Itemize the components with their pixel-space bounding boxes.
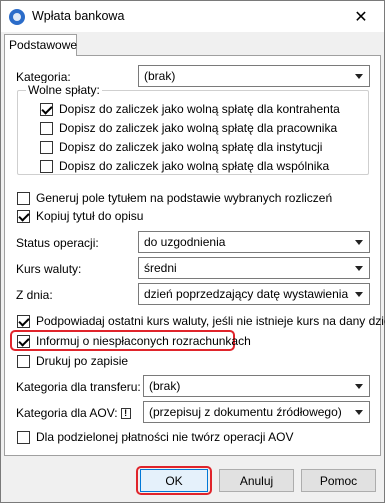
chevron-down-icon <box>355 292 363 297</box>
checkbox-podpowiadaj-kurs[interactable]: Podpowiadaj ostatni kurs waluty, jeśli n… <box>17 314 385 328</box>
checkbox-label: Informuj o niespłaconych rozrachunkach <box>36 334 251 348</box>
zdnia-value: dzień poprzedzający datę wystawienia <box>144 287 349 301</box>
checkbox-drukuj[interactable]: Drukuj po zapisie <box>17 354 128 368</box>
checkbox-box[interactable] <box>17 334 30 348</box>
checkbox-label: Generuj pole tytułem na podstawie wybran… <box>36 191 333 205</box>
kurs-select[interactable]: średni <box>138 257 370 279</box>
wolne-splaty-group: Wolne spłaty: Dopisz do zaliczek jako wo… <box>17 83 369 175</box>
cancel-button[interactable]: Anuluj <box>219 469 294 492</box>
kategoria-aov-select[interactable]: (przepisuj z dokumentu źródłowego) <box>143 401 370 423</box>
checkbox-box[interactable] <box>17 191 30 205</box>
checkbox-instytucja[interactable]: Dopisz do zaliczek jako wolną spłatę dla… <box>40 140 322 154</box>
help-button[interactable]: Pomoc <box>301 469 376 492</box>
checkbox-wspolnik[interactable]: Dopisz do zaliczek jako wolną spłatę dla… <box>40 159 329 173</box>
zdnia-select[interactable]: dzień poprzedzający datę wystawienia <box>138 283 370 305</box>
kategoria-value: (brak) <box>144 69 176 83</box>
checkbox-label: Dla podzielonej płatności nie twórz oper… <box>36 430 294 444</box>
checkbox-box[interactable] <box>17 314 30 328</box>
chevron-down-icon <box>355 410 363 415</box>
wolne-splaty-legend: Wolne spłaty: <box>26 83 102 97</box>
checkbox-box[interactable] <box>17 209 30 223</box>
checkbox-label: Dopisz do zaliczek jako wolną spłatę dla… <box>59 121 338 135</box>
kategoria-label: Kategoria: <box>16 70 71 84</box>
chevron-down-icon <box>355 74 363 79</box>
checkbox-label: Dopisz do zaliczek jako wolną spłatę dla… <box>59 102 340 116</box>
checkbox-box[interactable] <box>17 354 30 368</box>
checkbox-label: Kopiuj tytuł do opisu <box>36 209 144 223</box>
status-label: Status operacji: <box>16 236 99 250</box>
checkbox-label: Dopisz do zaliczek jako wolną spłatę dla… <box>59 159 330 173</box>
close-icon[interactable]: ✕ <box>338 1 384 32</box>
checkbox-box[interactable] <box>17 430 30 444</box>
checkbox-box[interactable] <box>40 102 53 116</box>
checkbox-label: Dopisz do zaliczek jako wolną spłatę dla… <box>59 140 323 154</box>
info-icon[interactable]: ! <box>120 408 131 419</box>
ok-button[interactable]: OK <box>140 469 208 492</box>
tab-podstawowe[interactable]: Podstawowe <box>4 34 77 56</box>
kategoria-aov-value: (przepisuj z dokumentu źródłowego) <box>149 405 342 419</box>
checkbox-box[interactable] <box>40 121 53 135</box>
kurs-value: średni <box>144 261 177 275</box>
checkbox-box[interactable] <box>40 159 53 173</box>
kategoria-aov-label: Kategoria dla AOV:! <box>16 406 131 420</box>
status-select[interactable]: do uzgodnienia <box>138 231 370 253</box>
chevron-down-icon <box>355 266 363 271</box>
dialog-window: Wpłata bankowa ✕ Podstawowe Kategoria: (… <box>0 0 385 503</box>
checkbox-kontrahent[interactable]: Dopisz do zaliczek jako wolną spłatę dla… <box>40 102 340 116</box>
chevron-down-icon <box>355 384 363 389</box>
checkbox-box[interactable] <box>40 140 53 154</box>
checkbox-generuj-tytul[interactable]: Generuj pole tytułem na podstawie wybran… <box>17 191 332 205</box>
app-logo-icon <box>9 9 25 25</box>
checkbox-aov[interactable]: Dla podzielonej płatności nie twórz oper… <box>17 430 293 444</box>
kurs-label: Kurs waluty: <box>16 262 82 276</box>
kategoria-select[interactable]: (brak) <box>138 65 370 87</box>
kategoria-transfer-select[interactable]: (brak) <box>143 375 370 397</box>
chevron-down-icon <box>355 240 363 245</box>
tab-panel: Kategoria: (brak) Wolne spłaty: Dopisz d… <box>4 55 385 456</box>
checkbox-kopiuj-tytul[interactable]: Kopiuj tytuł do opisu <box>17 209 143 223</box>
checkbox-informuj-rozrachunki[interactable]: Informuj o niespłaconych rozrachunkach <box>17 334 251 348</box>
zdnia-label: Z dnia: <box>16 288 53 302</box>
window-title: Wpłata bankowa <box>32 9 125 23</box>
kategoria-transfer-value: (brak) <box>149 379 181 393</box>
title-bar: Wpłata bankowa ✕ <box>1 1 384 32</box>
status-value: do uzgodnienia <box>144 235 226 249</box>
checkbox-pracownik[interactable]: Dopisz do zaliczek jako wolną spłatę dla… <box>40 121 337 135</box>
checkbox-label: Drukuj po zapisie <box>36 354 129 368</box>
checkbox-label: Podpowiadaj ostatni kurs waluty, jeśli n… <box>36 314 385 328</box>
kategoria-aov-text: Kategoria dla AOV: <box>16 406 118 420</box>
kategoria-transfer-label: Kategoria dla transferu: <box>16 380 141 394</box>
